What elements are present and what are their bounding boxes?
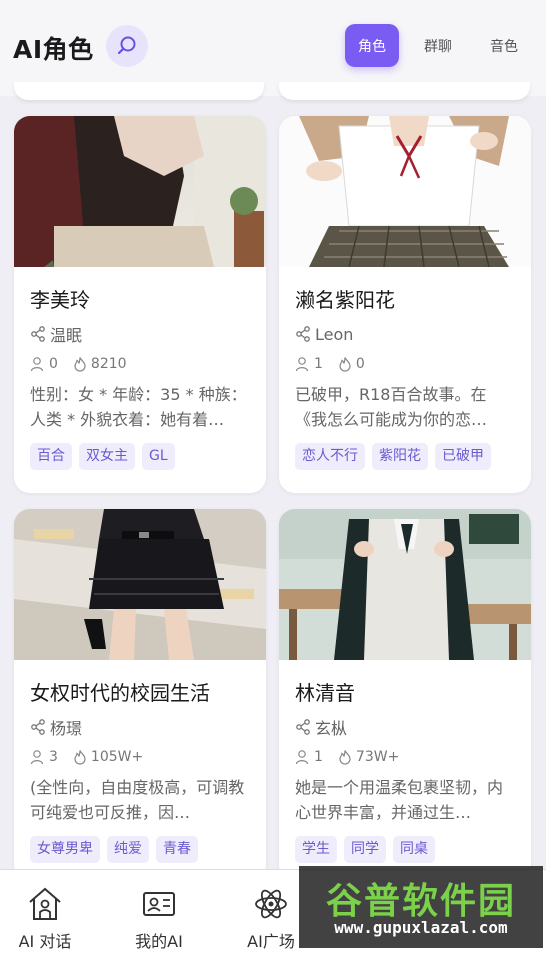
tag[interactable]: 已破甲 [435,443,491,470]
fire-icon [74,357,86,372]
character-image [279,116,531,267]
character-card[interactable]: 濑名紫阳花 Leon 1 0 已破甲，R18百合故事。在《我怎么可能成为你的恋…… [279,116,531,493]
stats: 1 73W+ [295,747,516,767]
card-stub[interactable] [279,82,530,100]
fire-icon [339,750,351,765]
author-name: 杨璟 [50,719,83,738]
share-icon [31,719,45,735]
watermark-url: www.gupuxlazal.com [334,918,508,937]
tag[interactable]: 恋人不行 [295,443,365,470]
author-name: 玄枞 [315,719,348,738]
nav-label: 我的AI [135,932,183,951]
tag-list: 女尊男卑 纯爱 青春 [30,836,251,863]
fire-icon [339,357,351,372]
author: 杨璟 [30,716,251,738]
character-name: 女权时代的校园生活 [30,681,210,705]
view-count: 73W+ [355,749,400,765]
like-count: 1 [314,356,323,372]
character-description: 已破甲，R18百合故事。在《我怎么可能成为你的恋… [295,385,488,429]
page-title: AI角色 [13,35,94,64]
tab-characters[interactable]: 角色 [345,24,399,67]
nav-label: AI 对话 [18,932,72,951]
user-icon [295,357,309,372]
view-count: 105W+ [90,749,144,765]
user-icon [30,750,44,765]
fire-icon [74,750,86,765]
tag[interactable]: GL [142,443,175,470]
share-icon [296,719,310,735]
tab-voice[interactable]: 音色 [480,24,528,67]
tag[interactable]: 同学 [344,836,386,863]
tag-list: 百合 双女主 GL [30,443,251,470]
search-button[interactable] [106,25,148,67]
tag-list: 恋人不行 紫阳花 已破甲 [295,443,516,470]
stats: 3 105W+ [30,747,251,767]
character-description: 性别：女 * 年龄：35 * 种族：人类 * 外貌衣着：她有着… [30,385,247,429]
author-name: Leon [315,324,354,344]
watermark-title: 谷普软件园 [325,881,516,922]
character-name: 林清音 [295,681,355,705]
character-image [279,509,531,660]
tag[interactable]: 紫阳花 [372,443,428,470]
user-icon [295,750,309,765]
character-image [14,116,266,267]
like-count: 1 [314,749,323,765]
view-count: 8210 [90,356,127,372]
character-name: 李美玲 [30,288,90,312]
share-icon [296,326,310,342]
author: 温眠 [30,323,251,345]
watermark: 谷普软件园 www.gupuxlazal.com [299,866,543,948]
atom-icon [255,889,287,919]
tag[interactable]: 百合 [30,443,72,470]
like-count: 0 [49,356,58,372]
stats: 1 0 [295,354,516,374]
character-card[interactable]: 林清音 玄枞 1 73W+ 她是一个用温柔包裹坚韧，内心世界丰富，并通过生… 学… [279,509,531,881]
nav-label: AI广场 [247,932,295,951]
stats: 0 8210 [30,354,251,374]
character-description: 她是一个用温柔包裹坚韧，内心世界丰富，并通过生… [295,778,504,822]
author-name: 温眠 [50,326,83,345]
view-count: 0 [355,356,365,372]
nav-my-ai[interactable]: 我的AI [118,870,200,953]
nav-ai-chat[interactable]: AI 对话 [4,870,86,953]
author: 玄枞 [295,716,516,738]
character-description: (全性向，自由度极高，可调教可纯爱也可反推，因… [30,778,245,822]
tab-group-chat[interactable]: 群聊 [414,24,462,67]
tag[interactable]: 纯爱 [107,836,149,863]
tag[interactable]: 青春 [156,836,198,863]
search-icon [117,36,136,55]
id-card-icon [143,892,175,916]
tag[interactable]: 双女主 [79,443,135,470]
like-count: 3 [49,749,58,765]
user-icon [30,357,44,372]
tag[interactable]: 学生 [295,836,337,863]
character-image [14,509,266,660]
character-name: 濑名紫阳花 [295,288,395,312]
card-stub[interactable] [14,82,264,100]
tag[interactable]: 同桌 [393,836,435,863]
character-card[interactable]: 李美玲 温眠 0 8210 性别：女 * 年龄：35 * 种族：人类 * 外貌衣… [14,116,266,493]
tag-list: 学生 同学 同桌 [295,836,516,863]
tag[interactable]: 女尊男卑 [30,836,100,863]
character-card[interactable]: 女权时代的校园生活 杨璟 3 105W+ (全性向，自由度极高，可调教可纯爱也可… [14,509,266,881]
author: Leon [295,323,516,345]
home-icon [29,887,61,920]
share-icon [31,326,45,342]
